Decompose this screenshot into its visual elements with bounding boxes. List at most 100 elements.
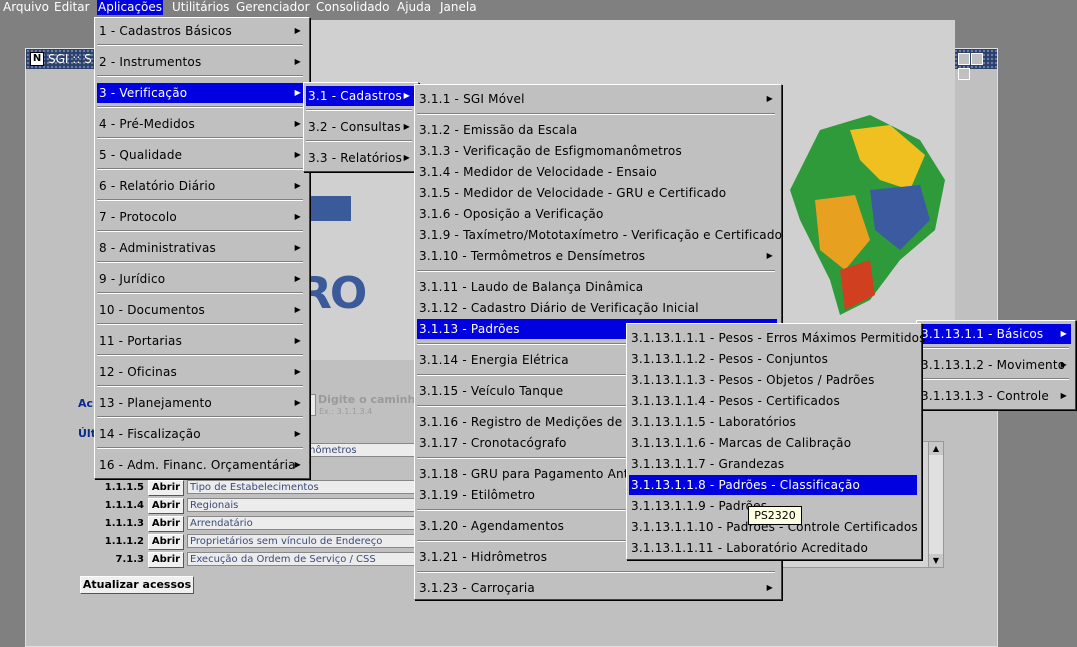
path-input-example: Ex.: 3.1.1.3.4 xyxy=(319,407,373,416)
menu-separator xyxy=(306,109,412,111)
menu-item-marcas-calibracao[interactable]: 3.1.13.1.1.6 - Marcas de Calibração xyxy=(629,433,917,453)
menu-item-velocidade-gru[interactable]: 3.1.5 - Medidor de Velocidade - GRU e Ce… xyxy=(417,183,777,203)
menu-separator xyxy=(97,447,303,449)
menu-item-balanca-dinamica[interactable]: 3.1.11 - Laudo de Balança Dinâmica xyxy=(417,277,777,297)
menu-item-label: 3.1.13.1.1.5 - Laboratórios xyxy=(631,415,797,429)
menu-separator xyxy=(97,385,303,387)
menu-item-label: 3.1.21 - Hidrômetros xyxy=(419,550,548,564)
menu-item-sgi-movel[interactable]: 3.1.1 - SGI Móvel ▶ xyxy=(417,89,777,109)
menu-arquivo[interactable]: Arquivo xyxy=(2,0,50,15)
menu-item-administrativas[interactable]: 8 - Administrativas ▶ xyxy=(97,238,305,258)
menu-item-planejamento[interactable]: 13 - Planejamento ▶ xyxy=(97,393,305,413)
menu-item-label: 2 - Instrumentos xyxy=(99,55,202,69)
menu-item-velocidade-ensaio[interactable]: 3.1.4 - Medidor de Velocidade - Ensaio xyxy=(417,162,777,182)
menu-item-label: 3.1.13.1.1.2 - Pesos - Conjuntos xyxy=(631,352,829,366)
menu-item-carrocaria[interactable]: 3.1.23 - Carroçaria ▶ xyxy=(417,578,777,598)
menu-item-oficinas[interactable]: 12 - Oficinas ▶ xyxy=(97,362,305,382)
menu-item-qualidade[interactable]: 5 - Qualidade ▶ xyxy=(97,145,305,165)
menu-item-label: 12 - Oficinas xyxy=(99,365,177,379)
menu-item-label: 1 - Cadastros Básicos xyxy=(99,24,232,38)
menu-item-pesos-erros[interactable]: 3.1.13.1.1.1 - Pesos - Erros Máximos Per… xyxy=(629,328,925,348)
menu-aplicacoes[interactable]: Aplicações xyxy=(97,0,164,15)
submenu-arrow-icon: ▶ xyxy=(294,429,301,438)
menu-item-taximetro[interactable]: 3.1.9 - Taxímetro/Mototaxímetro - Verifi… xyxy=(417,225,782,245)
menu-item-verificacao[interactable]: 3 - Verificação ▶ xyxy=(97,83,305,103)
menu-item-adm-financ[interactable]: 16 - Adm. Financ. Orçamentária ▶ xyxy=(97,455,305,475)
refresh-access-button[interactable]: Atualizar acessos xyxy=(80,576,194,594)
menu-gerenciador[interactable]: Gerenciador xyxy=(235,0,311,15)
menu-item-label: 3.1.13.1.1.9 - Padrões xyxy=(631,499,768,513)
menu-item-fiscalizacao[interactable]: 14 - Fiscalização ▶ xyxy=(97,424,305,444)
menu-item-laboratorios[interactable]: 3.1.13.1.1.5 - Laboratórios xyxy=(629,412,917,432)
menu-verificacao-dropdown: 3.1 - Cadastros ▶ 3.2 - Consultas ▶ 3.3 - … xyxy=(303,82,419,172)
recent-scrollbar[interactable]: ▲ ▼ xyxy=(928,441,944,568)
menu-item-oposicao[interactable]: 3.1.6 - Oposição a Verificação xyxy=(417,204,777,224)
scroll-down-icon[interactable]: ▼ xyxy=(929,554,943,567)
menu-item-label: 3.2 - Consultas xyxy=(308,120,401,134)
menu-item-esfigmomanometros[interactable]: 3.1.3 - Verificação de Esfigmomanômetros xyxy=(417,141,777,161)
submenu-arrow-icon: ▶ xyxy=(294,26,301,35)
menu-separator xyxy=(919,378,1069,380)
menu-consolidado[interactable]: Consolidado xyxy=(315,0,391,15)
open-button[interactable]: Abrir xyxy=(148,552,184,568)
menu-item-label: 3.1.16 - Registro de Medições de V xyxy=(419,415,635,429)
open-button[interactable]: Abrir xyxy=(148,534,184,550)
submenu-arrow-icon: ▶ xyxy=(294,88,301,97)
open-button[interactable]: Abrir xyxy=(148,498,184,514)
menu-item-protocolo[interactable]: 7 - Protocolo ▶ xyxy=(97,207,305,227)
menu-separator xyxy=(417,113,775,115)
menu-separator xyxy=(417,270,775,272)
menu-item-label: 3.1.20 - Agendamentos xyxy=(419,519,565,533)
menu-item-padroes-classificacao[interactable]: 3.1.13.1.1.8 - Padrões - Classificação xyxy=(629,475,917,495)
menu-item-label: 3.1.1 - SGI Móvel xyxy=(419,92,525,106)
menu-item-grandezas[interactable]: 3.1.13.1.1.7 - Grandezas xyxy=(629,454,917,474)
open-button[interactable]: Abrir xyxy=(148,516,184,532)
menu-item-pre-medidos[interactable]: 4 - Pré-Medidos ▶ xyxy=(97,114,305,134)
menu-item-pesos-objetos[interactable]: 3.1.13.1.1.3 - Pesos - Objetos / Padrões xyxy=(629,370,917,390)
menu-item-cadastros[interactable]: 3.1 - Cadastros ▶ xyxy=(306,86,414,106)
menu-item-pesos-conjuntos[interactable]: 3.1.13.1.1.2 - Pesos - Conjuntos xyxy=(629,349,917,369)
menu-item-pesos-certificados[interactable]: 3.1.13.1.1.4 - Pesos - Certificados xyxy=(629,391,917,411)
menu-item-relatorios[interactable]: 3.3 - Relatórios ▶ xyxy=(306,148,414,168)
menu-item-movimento[interactable]: 3.1.13.1.2 - Movimento ▶ xyxy=(919,355,1071,375)
menu-item-laboratorio-acreditado[interactable]: 3.1.13.1.1.11 - Laboratório Acreditado xyxy=(629,538,917,558)
menu-item-label: 3.1.13.1.2 - Movimento xyxy=(921,358,1066,372)
submenu-arrow-icon: ▶ xyxy=(403,91,410,100)
menu-item-juridico[interactable]: 9 - Jurídico ▶ xyxy=(97,269,305,289)
menu-separator xyxy=(97,75,303,77)
menu-item-label: 3.1.11 - Laudo de Balança Dinâmica xyxy=(419,280,644,294)
menu-item-consultas[interactable]: 3.2 - Consultas ▶ xyxy=(306,117,414,137)
menu-item-relatorio-diario[interactable]: 6 - Relatório Diário ▶ xyxy=(97,176,305,196)
close-icon[interactable] xyxy=(958,68,970,80)
menu-item-label: 9 - Jurídico xyxy=(99,272,166,286)
menu-separator xyxy=(417,571,775,573)
menu-item-label: 3.1.10 - Termômetros e Densímetros xyxy=(419,249,646,263)
menu-item-instrumentos[interactable]: 2 - Instrumentos ▶ xyxy=(97,52,305,72)
menu-separator xyxy=(97,44,303,46)
menu-item-basicos[interactable]: 3.1.13.1.1 - Básicos ▶ xyxy=(919,324,1071,344)
menu-item-label: 3.1.12 - Cadastro Diário de Verificação … xyxy=(419,301,699,315)
menu-utilitarios[interactable]: Utilitários xyxy=(171,0,230,15)
menu-editar[interactable]: Editar xyxy=(53,0,91,15)
menu-item-label: 3.1.13.1.1.11 - Laboratório Acreditado xyxy=(631,541,869,555)
menu-janela[interactable]: Janela xyxy=(439,0,478,15)
menu-ajuda[interactable]: Ajuda xyxy=(396,0,432,15)
menu-item-termometros[interactable]: 3.1.10 - Termômetros e Densímetros ▶ xyxy=(417,246,777,266)
menu-item-cadastro-diario[interactable]: 3.1.12 - Cadastro Diário de Verificação … xyxy=(417,298,777,318)
menu-item-portarias[interactable]: 11 - Portarias ▶ xyxy=(97,331,305,351)
menu-item-emissao-escala[interactable]: 3.1.2 - Emissão da Escala xyxy=(417,120,777,140)
menu-item-label: 3.1.6 - Oposição a Verificação xyxy=(419,207,604,221)
window-controls[interactable] xyxy=(957,53,993,80)
scroll-up-icon[interactable]: ▲ xyxy=(929,442,943,455)
menu-item-controle[interactable]: 3.1.13.1.3 - Controle ▶ xyxy=(919,386,1071,406)
open-button[interactable]: Abrir xyxy=(148,480,184,496)
menu-item-label: 8 - Administrativas xyxy=(99,241,216,255)
menu-item-cadastros-basicos[interactable]: 1 - Cadastros Básicos ▶ xyxy=(97,21,305,41)
menu-item-label: 7 - Protocolo xyxy=(99,210,177,224)
minimize-icon[interactable] xyxy=(958,53,970,65)
recent-row-code: 1.1.1.5 xyxy=(104,482,144,493)
maximize-icon[interactable] xyxy=(971,53,983,65)
menu-separator xyxy=(97,323,303,325)
menu-item-documentos[interactable]: 10 - Documentos ▶ xyxy=(97,300,305,320)
menu-item-label: 3.1.13.1.1 - Básicos xyxy=(921,327,1044,341)
